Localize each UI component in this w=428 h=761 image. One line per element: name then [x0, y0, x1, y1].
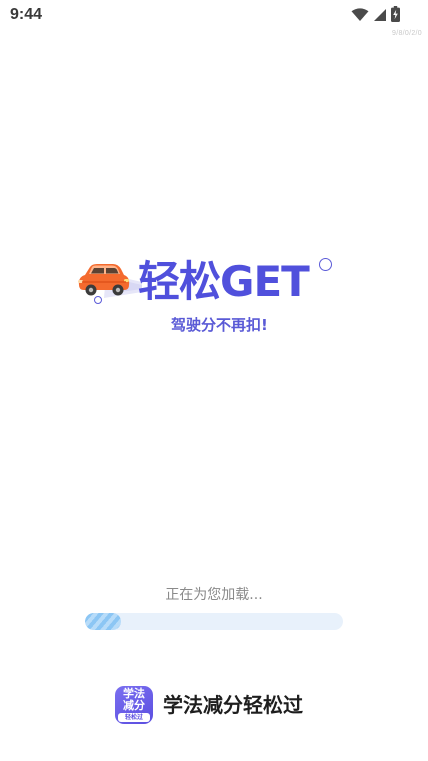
app-name: 学法减分轻松过 [163, 693, 303, 717]
loading-progress-bar [85, 613, 343, 630]
app-logo-tag: 轻松过 [118, 713, 150, 722]
status-time: 9:44 [10, 6, 43, 23]
watermark-text: 9/8/0/2/0 [392, 30, 422, 37]
app-logo-text: 学法减分 [123, 687, 145, 712]
loading-text: 正在为您加载... [165, 587, 263, 603]
loading-progress-fill [85, 613, 122, 630]
status-icons [351, 6, 400, 26]
battery-charging-icon [391, 6, 400, 26]
splash-slogan: 驾驶分不再扣! [171, 316, 268, 334]
wifi-icon [351, 7, 369, 26]
decorative-bubble-small [94, 296, 102, 304]
splash-title: 轻松GET [138, 257, 310, 306]
cellular-signal-icon [373, 7, 387, 26]
decorative-bubble-large [319, 258, 332, 271]
car-icon [76, 258, 142, 300]
app-logo-icon: 学法减分 轻松过 [115, 686, 153, 724]
status-bar: 9:44 9/8/0/2/0 [0, 0, 428, 37]
footer-brand: 学法减分 轻松过 学法减分轻松过 [115, 684, 303, 726]
splash-logo: 轻松GET 驾驶分不再扣! [0, 240, 428, 350]
